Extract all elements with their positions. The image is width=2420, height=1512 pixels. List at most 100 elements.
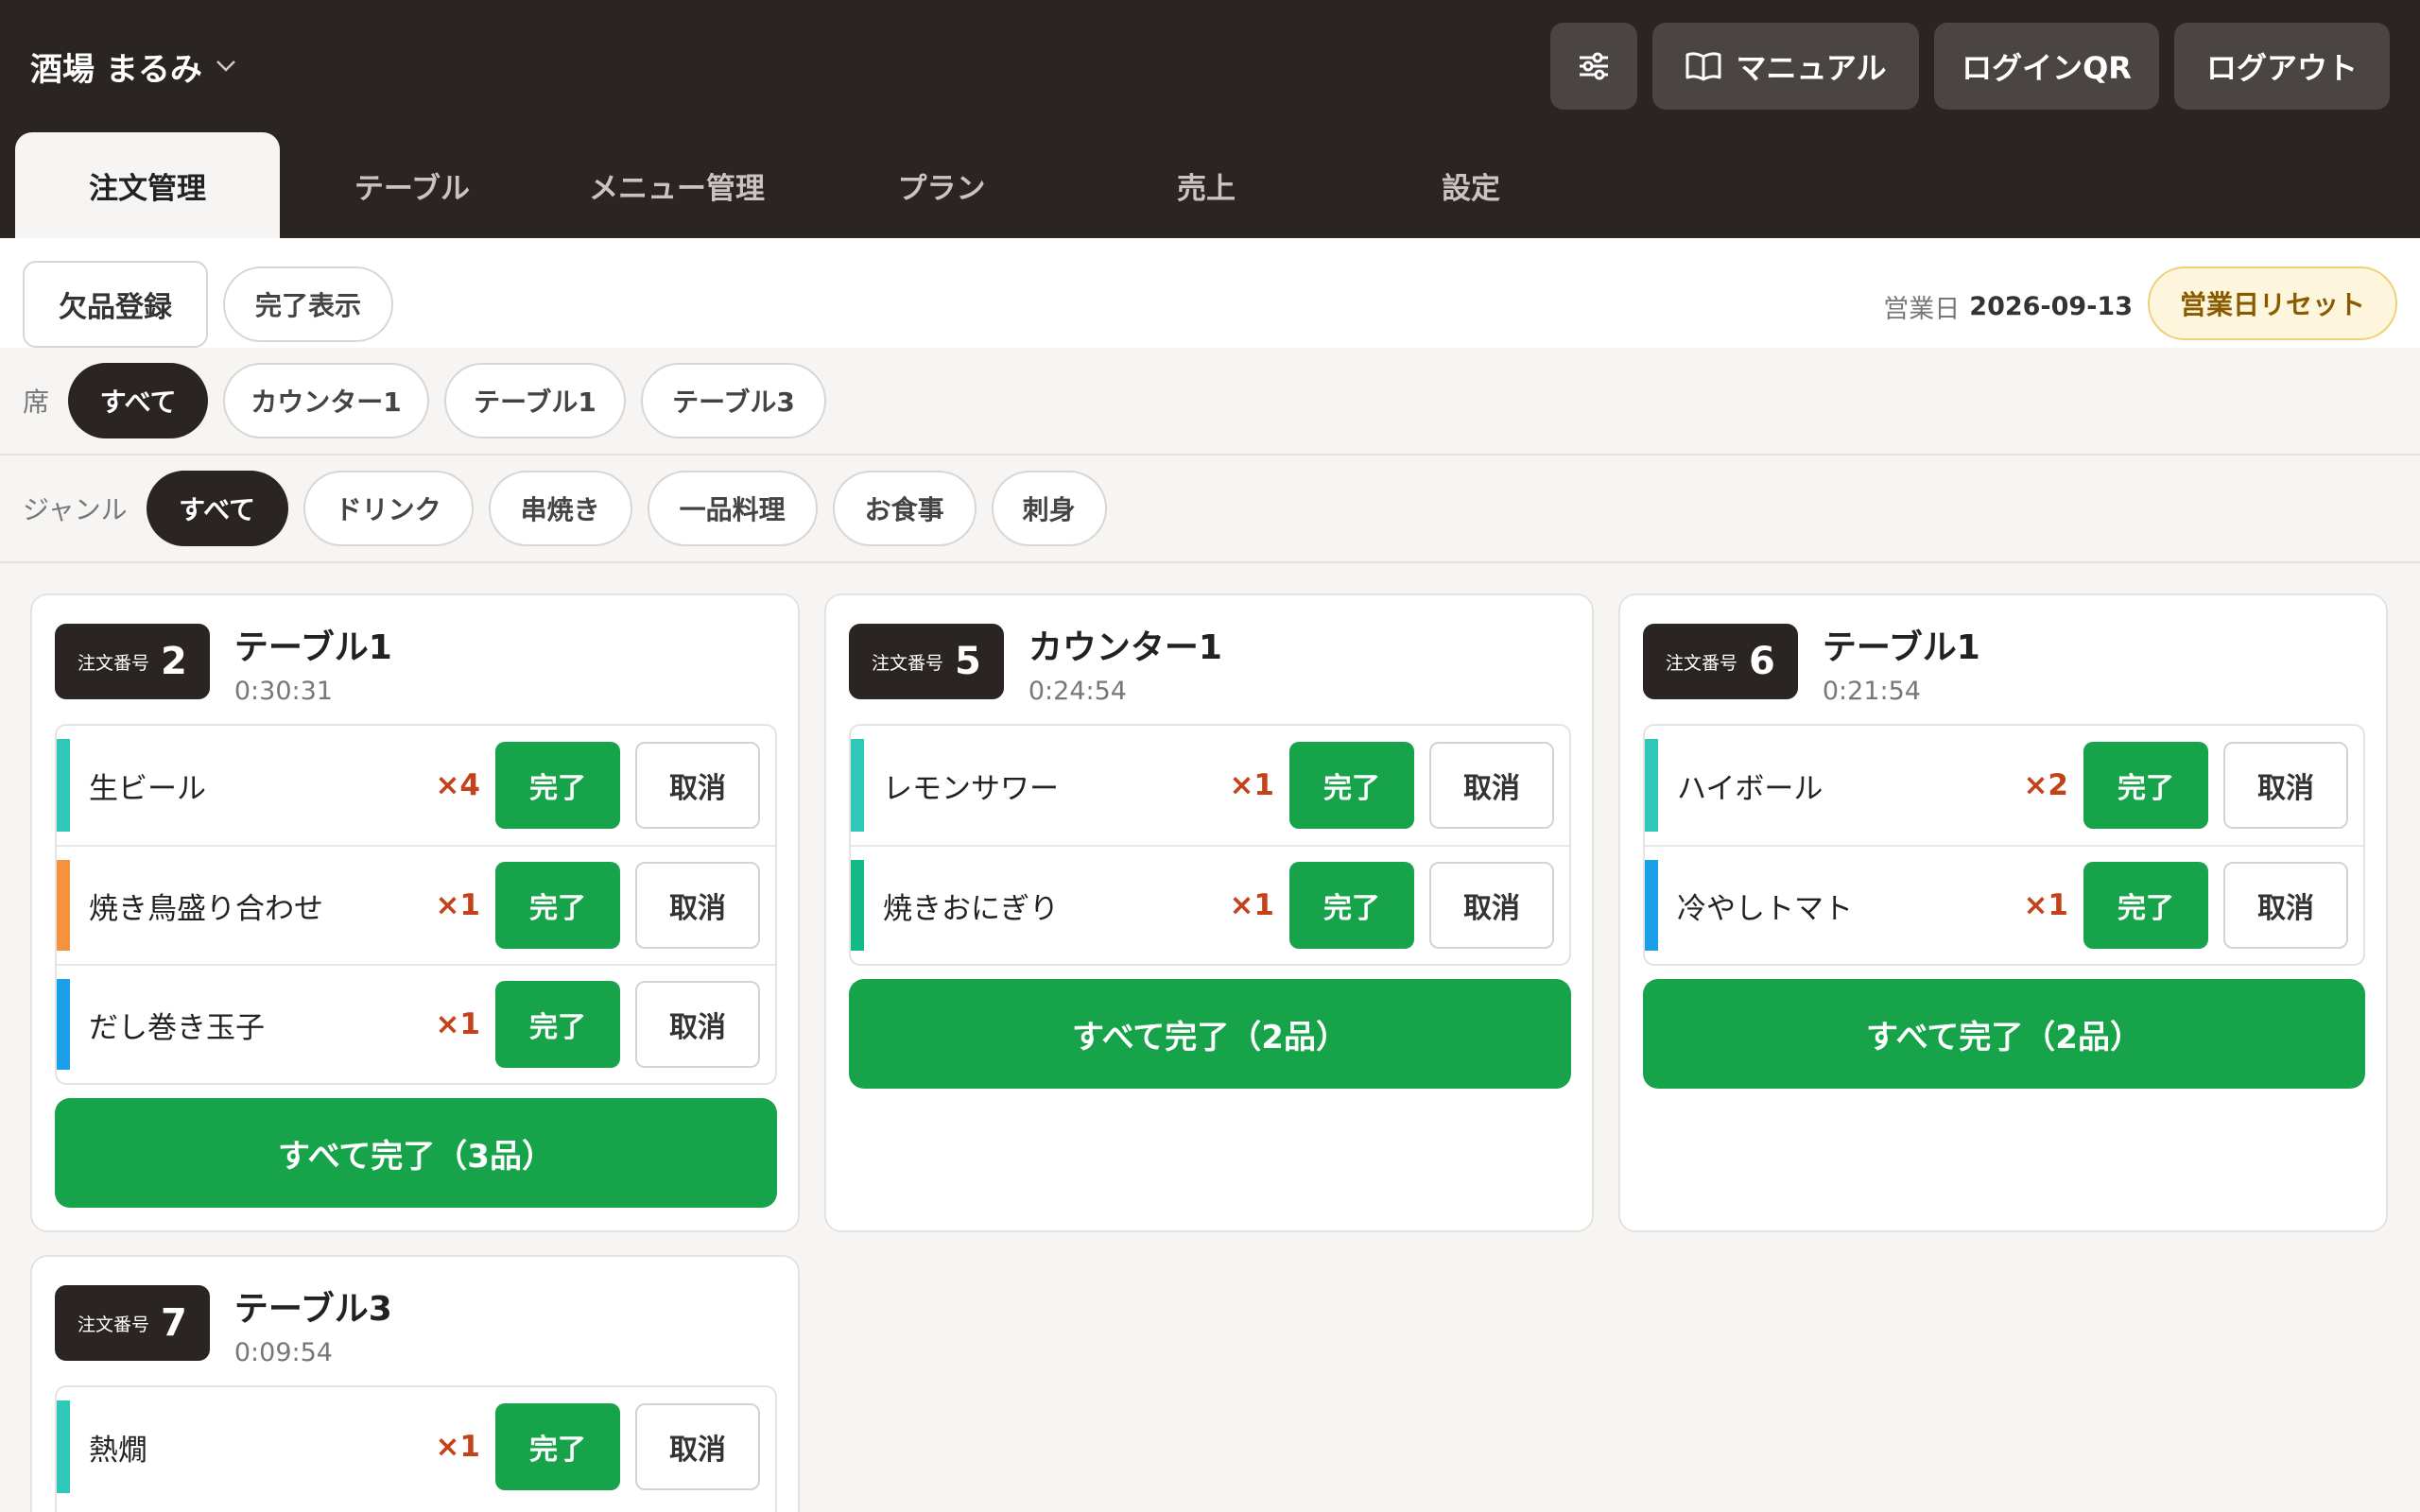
- complete-all-button[interactable]: すべて完了（2品）: [1643, 979, 2365, 1089]
- genre-color-bar: [1645, 739, 1658, 832]
- seat-filter-table3[interactable]: テーブル3: [641, 363, 827, 438]
- item-done-button[interactable]: 完了: [2083, 742, 2208, 829]
- order-seat: カウンター1: [1028, 628, 1222, 667]
- shop-selector[interactable]: 酒場 まるみ: [30, 42, 236, 91]
- top-bar: 酒場 まるみ マニュアル ログインQR ログアウト 注文管理 テーブル メニュー…: [0, 0, 2420, 238]
- manual-button[interactable]: マニュアル: [1652, 23, 1919, 110]
- show-done-button[interactable]: 完了表示: [223, 266, 393, 342]
- item-cancel-button[interactable]: 取消: [2223, 862, 2348, 949]
- order-item: 冷やしトマト ×1 完了 取消: [1645, 845, 2363, 964]
- business-day-label: 営業日: [1883, 294, 1961, 324]
- genre-filter-meal[interactable]: お食事: [832, 471, 977, 546]
- order-card: 注文番号 2 テーブル1 0:30:31 生ビール ×4 完了 取消 焼き鳥盛り…: [30, 593, 800, 1232]
- item-quantity: ×1: [1229, 888, 1274, 922]
- order-item-list: 熱燗 ×1 完了 取消: [55, 1385, 777, 1512]
- item-done-button[interactable]: 完了: [495, 981, 620, 1068]
- header-actions: マニュアル ログインQR ログアウト: [1550, 23, 2390, 110]
- order-number: 2: [161, 640, 187, 683]
- tab-sales[interactable]: 売上: [1074, 132, 1339, 238]
- item-name: レモンサワー: [883, 771, 1059, 806]
- book-icon: [1685, 50, 1722, 82]
- genre-color-bar: [57, 860, 70, 951]
- order-card-header: 注文番号 6 テーブル1 0:21:54: [1643, 624, 1980, 706]
- order-item: ハイボール ×2 完了 取消: [1645, 726, 2363, 845]
- item-quantity: ×1: [435, 888, 480, 922]
- order-number-label: 注文番号: [872, 652, 944, 674]
- logout-button[interactable]: ログアウト: [2174, 23, 2390, 110]
- order-item: レモンサワー ×1 完了 取消: [851, 726, 1569, 845]
- tab-plans[interactable]: プラン: [809, 132, 1074, 238]
- tab-menu-management[interactable]: メニュー管理: [544, 132, 809, 238]
- genre-filter-all[interactable]: すべて: [146, 471, 288, 546]
- seat-filter-counter1[interactable]: カウンター1: [223, 363, 430, 438]
- item-cancel-button[interactable]: 取消: [2223, 742, 2348, 829]
- business-day-date: 2026-09-13: [1969, 291, 2133, 321]
- genre-filter-label: ジャンル: [23, 494, 128, 525]
- item-cancel-button[interactable]: 取消: [1429, 862, 1554, 949]
- business-day-reset-button[interactable]: 営業日リセット: [2148, 266, 2397, 340]
- item-cancel-button[interactable]: 取消: [635, 1403, 760, 1490]
- order-card: 注文番号 5 カウンター1 0:24:54 レモンサワー ×1 完了 取消 焼き…: [824, 593, 1594, 1232]
- order-number-badge: 注文番号 2: [55, 624, 210, 699]
- item-quantity: ×1: [1229, 768, 1274, 802]
- filter-settings-button[interactable]: [1550, 23, 1637, 110]
- genre-filter-sashimi[interactable]: 刺身: [991, 471, 1107, 546]
- item-cancel-button[interactable]: 取消: [635, 981, 760, 1068]
- seat-filter-label: 席: [23, 387, 50, 418]
- login-qr-button[interactable]: ログインQR: [1934, 23, 2159, 110]
- item-name: ハイボール: [1677, 771, 1824, 806]
- item-name: 冷やしトマト: [1677, 891, 1853, 926]
- missing-register-button[interactable]: 欠品登録: [23, 261, 208, 348]
- genre-filter-ippin[interactable]: 一品料理: [647, 471, 818, 546]
- order-number: 6: [1749, 640, 1775, 683]
- genre-color-bar: [57, 1400, 70, 1493]
- item-quantity: ×1: [435, 1007, 480, 1041]
- order-item: だし巻き玉子 ×1 完了 取消: [57, 964, 775, 1083]
- shop-name: 酒場 まるみ: [30, 50, 202, 89]
- order-number-label: 注文番号: [1666, 652, 1738, 674]
- seat-filter-table1[interactable]: テーブル1: [444, 363, 627, 438]
- genre-filter: ジャンル すべて ドリンク 串焼き 一品料理 お食事 刺身: [0, 455, 2420, 563]
- item-name: 熱燗: [89, 1433, 147, 1468]
- order-number: 5: [955, 640, 981, 683]
- order-item: 焼き鳥盛り合わせ ×1 完了 取消: [57, 845, 775, 964]
- genre-color-bar: [851, 860, 864, 951]
- seat-filter-all[interactable]: すべて: [68, 363, 209, 438]
- item-cancel-button[interactable]: 取消: [1429, 742, 1554, 829]
- item-done-button[interactable]: 完了: [495, 862, 620, 949]
- order-number-label: 注文番号: [78, 652, 150, 674]
- item-cancel-button[interactable]: 取消: [635, 742, 760, 829]
- item-done-button[interactable]: 完了: [495, 742, 620, 829]
- genre-filter-drink[interactable]: ドリンク: [302, 471, 474, 546]
- sliders-icon: [1577, 51, 1611, 81]
- order-seat: テーブル1: [1822, 628, 1980, 667]
- tab-tables[interactable]: テーブル: [280, 132, 544, 238]
- order-card-header: 注文番号 7 テーブル3 0:09:54: [55, 1285, 392, 1367]
- seat-filter: 席 すべて カウンター1 テーブル1 テーブル3: [0, 348, 2420, 455]
- complete-all-button[interactable]: すべて完了（3品）: [55, 1098, 777, 1208]
- order-item: 熱燗 ×1 完了 取消: [57, 1387, 775, 1506]
- order-number-badge: 注文番号 7: [55, 1285, 210, 1361]
- order-card-header: 注文番号 2 テーブル1 0:30:31: [55, 624, 392, 706]
- item-done-button[interactable]: 完了: [1289, 862, 1414, 949]
- item-quantity: ×2: [2023, 768, 2068, 802]
- item-done-button[interactable]: 完了: [2083, 862, 2208, 949]
- item-cancel-button[interactable]: 取消: [635, 862, 760, 949]
- genre-color-bar: [1645, 860, 1658, 951]
- tab-order-management[interactable]: 注文管理: [15, 132, 280, 238]
- chevron-down-icon: [216, 55, 236, 78]
- genre-filter-kushiyaki[interactable]: 串焼き: [488, 471, 632, 546]
- tab-settings[interactable]: 設定: [1339, 132, 1603, 238]
- item-quantity: ×4: [435, 768, 480, 802]
- order-item: 焼きおにぎり ×1 完了 取消: [851, 845, 1569, 964]
- order-item-list: レモンサワー ×1 完了 取消 焼きおにぎり ×1 完了 取消: [849, 724, 1571, 966]
- main-tabs: 注文管理 テーブル メニュー管理 プラン 売上 設定: [15, 132, 1603, 238]
- item-name: 焼きおにぎり: [883, 891, 1059, 926]
- item-name: だし巻き玉子: [89, 1010, 265, 1045]
- order-seat: テーブル3: [233, 1290, 392, 1329]
- order-elapsed-time: 0:09:54: [233, 1338, 333, 1367]
- item-done-button[interactable]: 完了: [1289, 742, 1414, 829]
- item-done-button[interactable]: 完了: [495, 1403, 620, 1490]
- item-quantity: ×1: [435, 1430, 480, 1464]
- complete-all-button[interactable]: すべて完了（2品）: [849, 979, 1571, 1089]
